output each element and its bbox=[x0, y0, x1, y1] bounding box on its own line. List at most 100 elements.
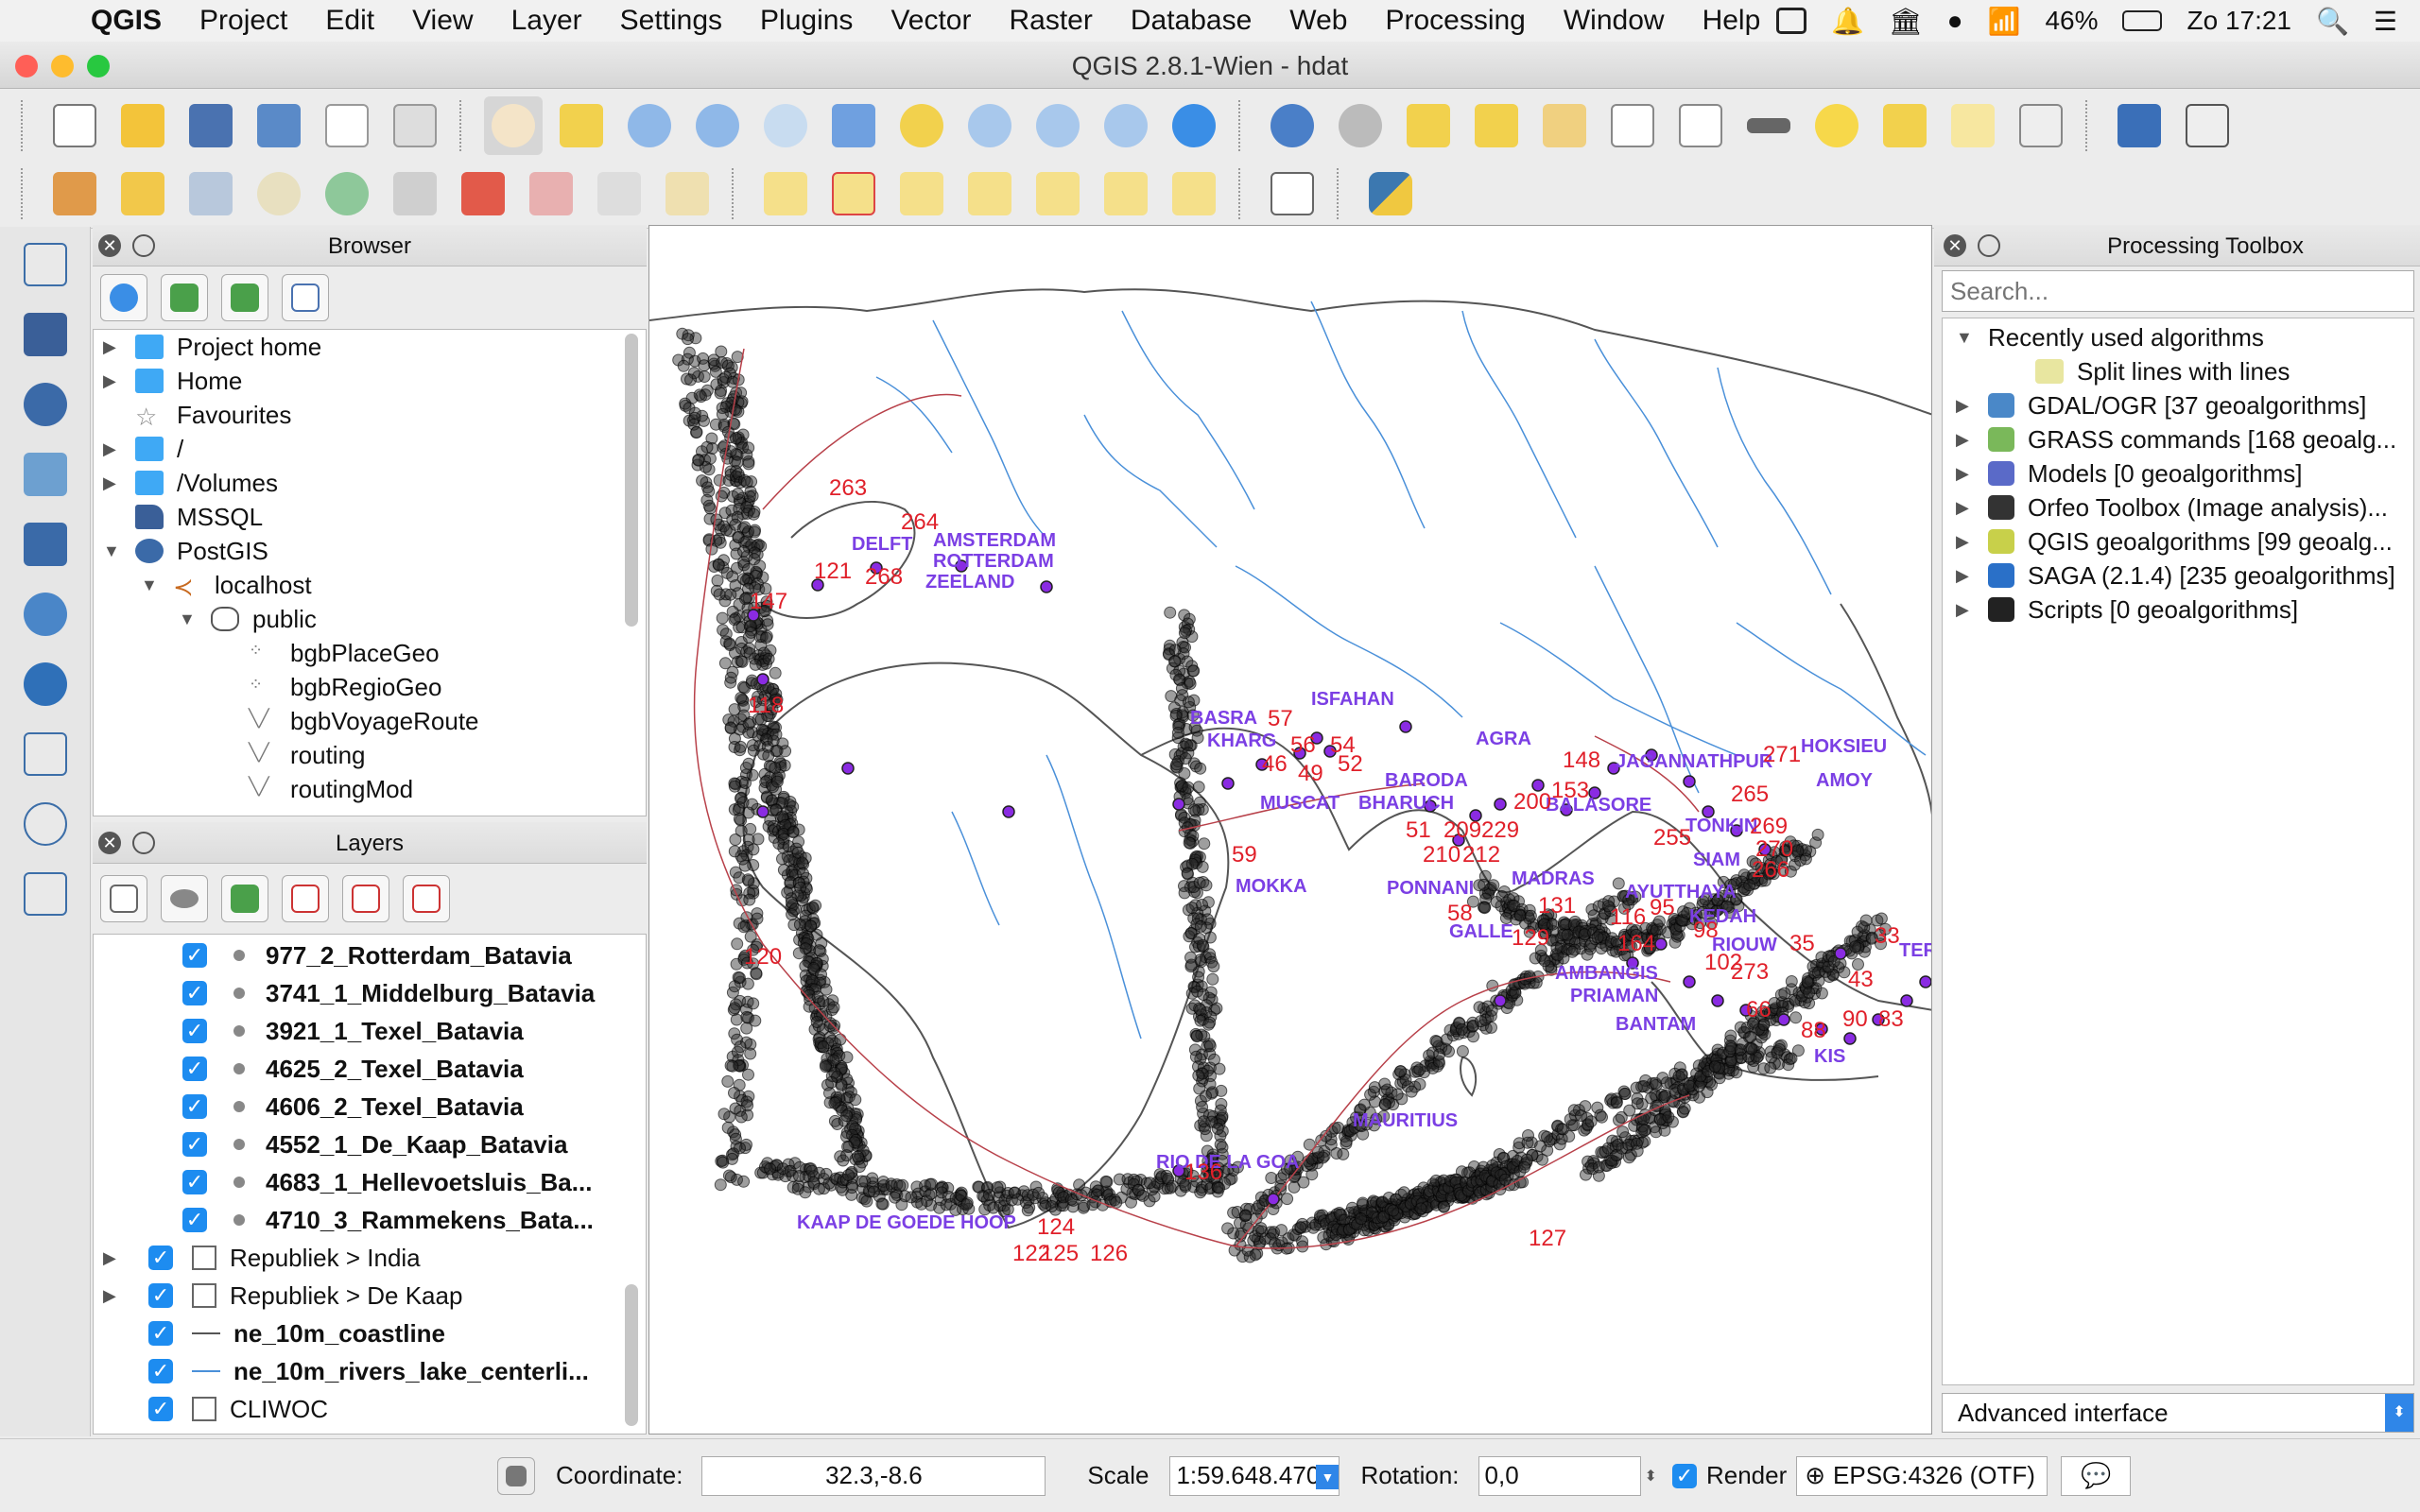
route-point[interactable] bbox=[1655, 938, 1667, 950]
provider-item[interactable]: ▶ GRASS commands [168 geoalg... bbox=[1956, 422, 2413, 456]
measure-button[interactable] bbox=[1739, 96, 1798, 155]
node-tool-button[interactable] bbox=[386, 164, 444, 223]
field-calculator-button[interactable] bbox=[1535, 96, 1594, 155]
browser-item[interactable]: ⁘ bgbRegioGeo bbox=[103, 670, 646, 704]
remove-layer-icon[interactable] bbox=[403, 875, 450, 922]
toolbar-grip[interactable] bbox=[1337, 168, 1346, 219]
show-hide-labels-button[interactable] bbox=[960, 164, 1019, 223]
expand-arrow-icon[interactable]: ▼ bbox=[1956, 328, 1971, 348]
zoom-actual-size-button[interactable] bbox=[756, 96, 815, 155]
map-tips-button[interactable] bbox=[1807, 96, 1866, 155]
zoom-in-button[interactable] bbox=[620, 96, 679, 155]
filter-icon[interactable] bbox=[221, 274, 268, 321]
menu-project[interactable]: Project bbox=[181, 5, 306, 37]
zoom-next-button[interactable] bbox=[1097, 96, 1155, 155]
provider-item[interactable]: ▶ GDAL/OGR [37 geoalgorithms] bbox=[1956, 388, 2413, 422]
zoom-out-button[interactable] bbox=[688, 96, 747, 155]
route-point[interactable] bbox=[1495, 799, 1506, 810]
route-point[interactable] bbox=[1222, 778, 1234, 789]
recent-algorithms-group[interactable]: ▼ Recently used algorithms bbox=[1956, 320, 2413, 354]
recent-algorithm-item[interactable]: Split lines with lines bbox=[1956, 354, 2413, 388]
text-annotation-button[interactable] bbox=[2012, 96, 2070, 155]
select-features-button[interactable] bbox=[1399, 96, 1458, 155]
crs-button[interactable]: ⊕ EPSG:4326 (OTF) bbox=[1796, 1456, 2048, 1496]
add-delimited-text-button[interactable] bbox=[1263, 164, 1322, 223]
route-point[interactable] bbox=[1901, 995, 1912, 1006]
spotlight-icon[interactable]: 🔍 bbox=[2316, 6, 2349, 37]
new-shapefile-layer-button[interactable] bbox=[15, 868, 76, 920]
statistics-button[interactable] bbox=[1671, 96, 1730, 155]
layer-item[interactable]: ✓ 4552_1_De_Kaap_Batavia bbox=[94, 1125, 646, 1163]
route-point[interactable] bbox=[1844, 1033, 1856, 1044]
provider-item[interactable]: ▶ Models [0 geoalgorithms] bbox=[1956, 456, 2413, 490]
expand-all-icon[interactable] bbox=[282, 875, 329, 922]
spotify-icon[interactable]: ● bbox=[1947, 6, 1963, 36]
route-point[interactable] bbox=[1495, 995, 1506, 1006]
layer-item[interactable]: ✓ CLIWOC bbox=[94, 1390, 646, 1428]
browser-item[interactable]: ▶ / bbox=[103, 432, 646, 466]
save-project-button[interactable] bbox=[182, 96, 240, 155]
rotation-spinbox[interactable]: 0,0 bbox=[1478, 1456, 1641, 1496]
browser-item[interactable]: ⁘ bgbPlaceGeo bbox=[103, 636, 646, 670]
layer-visibility-checkbox[interactable]: ✓ bbox=[182, 943, 207, 968]
collapse-all-icon[interactable] bbox=[282, 274, 329, 321]
paste-features-button[interactable] bbox=[658, 164, 717, 223]
deselect-all-button[interactable] bbox=[1467, 96, 1526, 155]
route-point[interactable] bbox=[1835, 948, 1846, 959]
browser-item[interactable]: ╲╱ routingMod bbox=[103, 772, 646, 806]
layer-visibility-checkbox[interactable]: ✓ bbox=[148, 1283, 173, 1308]
add-group-icon[interactable] bbox=[100, 875, 147, 922]
expand-arrow-icon[interactable]: ▶ bbox=[1956, 498, 1971, 518]
add-delimited-layer-button[interactable] bbox=[15, 798, 76, 850]
layer-item[interactable]: ✓ 977_2_Rotterdam_Batavia bbox=[94, 936, 646, 974]
toolbar-grip[interactable] bbox=[1238, 100, 1248, 151]
expand-arrow-icon[interactable]: ▼ bbox=[103, 541, 118, 561]
layer-visibility-checkbox[interactable]: ✓ bbox=[182, 1170, 207, 1194]
expand-arrow-icon[interactable]: ▶ bbox=[103, 371, 118, 391]
current-edits-button[interactable] bbox=[45, 164, 104, 223]
add-wfs-layer-button[interactable] bbox=[15, 728, 76, 781]
layer-visibility-checkbox[interactable]: ✓ bbox=[148, 1359, 173, 1383]
browser-item[interactable]: ╲╱ routing bbox=[103, 738, 646, 772]
menu-web[interactable]: Web bbox=[1270, 5, 1366, 37]
route-point[interactable] bbox=[1920, 976, 1931, 988]
layer-visibility-checkbox[interactable]: ✓ bbox=[182, 1094, 207, 1119]
wifi-icon[interactable]: 📶 bbox=[1988, 6, 2021, 37]
messages-button[interactable]: 💬 bbox=[2061, 1456, 2131, 1496]
map-canvas[interactable]: DELFT AMSTERDAM ROTTERDAM ZEELAND ISFAHAN BAS… bbox=[648, 225, 1932, 1435]
menu-settings[interactable]: Settings bbox=[601, 5, 741, 37]
menu-help[interactable]: Help bbox=[1684, 5, 1780, 37]
toolbar-grip[interactable] bbox=[21, 168, 30, 219]
battery-percent[interactable]: 46% bbox=[2045, 6, 2098, 36]
browser-item[interactable]: ▶ /Volumes bbox=[103, 466, 646, 500]
expand-arrow-icon[interactable]: ▶ bbox=[103, 1286, 131, 1306]
toolbar-grip[interactable] bbox=[21, 100, 30, 151]
open-project-button[interactable] bbox=[113, 96, 172, 155]
menu-processing[interactable]: Processing bbox=[1366, 5, 1544, 37]
manage-visibility-icon[interactable] bbox=[161, 875, 208, 922]
expand-arrow-icon[interactable]: ▶ bbox=[1956, 600, 1971, 620]
bank-icon[interactable]: 🏛 bbox=[1889, 6, 1923, 37]
advanced-interface-select[interactable]: Advanced interface ⬍ bbox=[1942, 1393, 2414, 1433]
layers-scrollbar[interactable] bbox=[625, 1284, 638, 1426]
render-checkbox[interactable]: ✓ bbox=[1672, 1464, 1697, 1488]
layer-item[interactable]: ✓ 4606_2_Texel_Batavia bbox=[94, 1088, 646, 1125]
menu-view[interactable]: View bbox=[393, 5, 492, 37]
add-vector-layer-button[interactable] bbox=[15, 238, 76, 291]
filter-legend-icon[interactable] bbox=[221, 875, 268, 922]
clock[interactable]: Zo 17:21 bbox=[2187, 6, 2291, 36]
layer-visibility-checkbox[interactable]: ✓ bbox=[182, 1019, 207, 1043]
layer-visibility-checkbox[interactable]: ✓ bbox=[182, 1208, 207, 1232]
collapse-all-icon[interactable] bbox=[342, 875, 389, 922]
composer-manager-button[interactable] bbox=[386, 96, 444, 155]
add-spatialite-layer-button[interactable] bbox=[15, 448, 76, 501]
layer-item[interactable]: ▶ ✓ Republiek > De Kaap bbox=[94, 1277, 646, 1314]
layer-item[interactable]: ✓ ne_10m_rivers_lake_centerli... bbox=[94, 1352, 646, 1390]
save-edits-button[interactable] bbox=[182, 164, 240, 223]
spinner-arrows-icon[interactable]: ⬍ bbox=[1645, 1467, 1657, 1486]
browser-item[interactable]: ▼ ≺ localhost bbox=[103, 568, 646, 602]
pan-to-selection-button[interactable] bbox=[552, 96, 611, 155]
browser-item[interactable]: ▶ Home bbox=[103, 364, 646, 398]
route-point[interactable] bbox=[1173, 799, 1184, 810]
menu-database[interactable]: Database bbox=[1112, 5, 1270, 37]
